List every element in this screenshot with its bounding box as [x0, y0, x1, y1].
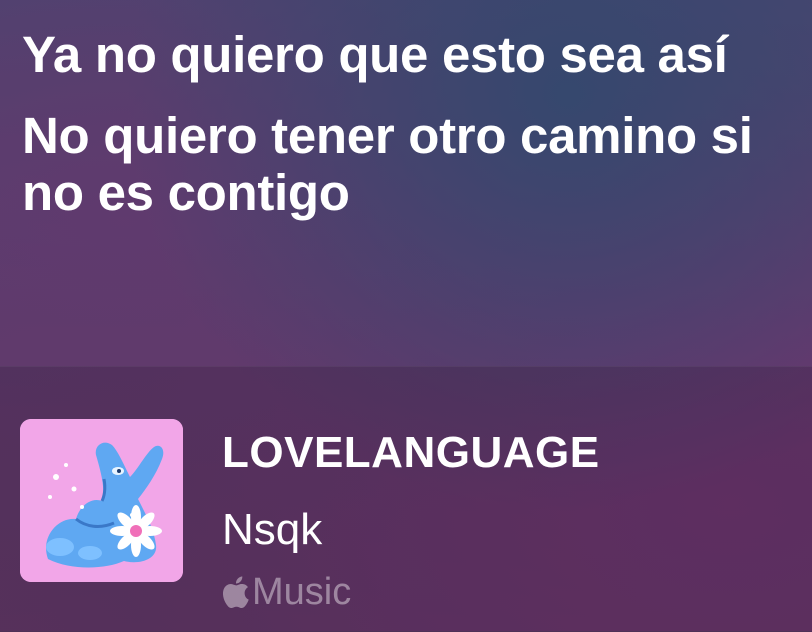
album-artwork[interactable]: [20, 419, 183, 582]
lyric-line: Ya no quiero que esto sea así: [22, 26, 728, 83]
artwork-illustration: [20, 419, 183, 582]
track-artist: Nsqk: [222, 505, 323, 554]
service-label: Music: [252, 571, 352, 613]
now-playing-card[interactable]: LOVELANGUAGE Nsqk Music: [0, 366, 812, 632]
track-title: LOVELANGUAGE: [222, 428, 600, 477]
apple-logo-icon: [220, 574, 250, 610]
lyrics-panel: Ya no quiero que esto sea así No quiero …: [22, 26, 792, 221]
lyric-line: No quiero tener otro camino si no es con…: [22, 107, 753, 221]
apple-music-badge[interactable]: Music: [220, 570, 351, 614]
